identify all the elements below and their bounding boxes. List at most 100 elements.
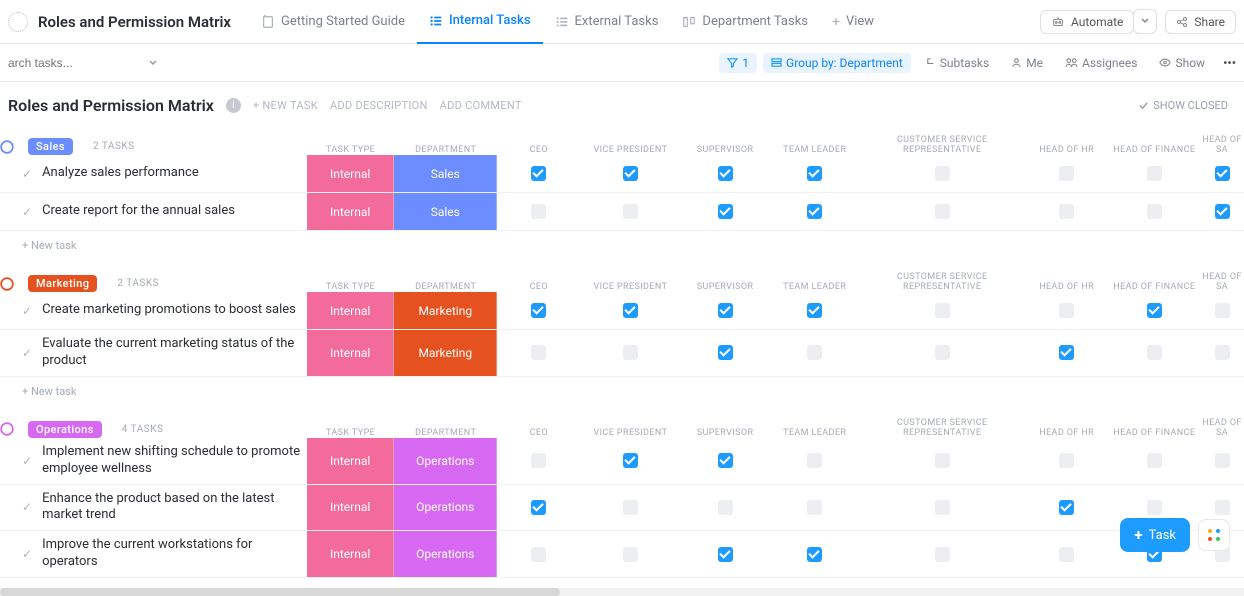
checkbox-sup[interactable] <box>718 204 733 219</box>
checkbox-vp[interactable] <box>623 204 638 219</box>
col-tl[interactable]: TEAM LEADER <box>770 428 860 438</box>
checkbox-sup[interactable] <box>718 345 733 360</box>
col-sup[interactable]: SUPERVISOR <box>680 145 770 155</box>
tab-department-tasks[interactable]: Department Tasks <box>670 0 820 44</box>
checkbox-sa[interactable] <box>1215 345 1230 360</box>
col-department[interactable]: DEPARTMENT <box>394 428 497 438</box>
checkbox-sa[interactable] <box>1215 303 1230 318</box>
automate-button[interactable]: Automate <box>1040 10 1134 34</box>
col-sup[interactable]: SUPERVISOR <box>680 282 770 292</box>
new-task-row[interactable]: + New task <box>0 377 1244 406</box>
search-input[interactable] <box>8 56 128 70</box>
department-chip[interactable]: Operations <box>394 438 497 484</box>
department-chip[interactable]: Operations <box>394 485 497 531</box>
department-chip[interactable]: Sales <box>394 155 497 192</box>
checkbox-vp[interactable] <box>623 345 638 360</box>
checkbox-sup[interactable] <box>718 303 733 318</box>
col-department[interactable]: DEPARTMENT <box>394 145 497 155</box>
checkbox-sa[interactable] <box>1215 204 1230 219</box>
checkbox-fin[interactable] <box>1147 453 1162 468</box>
col-hr[interactable]: HEAD OF HR <box>1025 282 1109 292</box>
task-name[interactable]: Implement new shifting schedule to promo… <box>42 438 307 484</box>
checkbox-ceo[interactable] <box>531 547 546 562</box>
add-comment-button[interactable]: ADD COMMENT <box>440 99 522 112</box>
col-tl[interactable]: TEAM LEADER <box>770 282 860 292</box>
col-hr[interactable]: HEAD OF HR <box>1025 145 1109 155</box>
group-by-chip[interactable]: Group by: Department <box>763 53 911 73</box>
task-row[interactable]: ✓ Analyze sales performance Internal Sal… <box>0 155 1244 193</box>
tab-external-tasks[interactable]: External Tasks <box>543 0 671 44</box>
checkbox-csr[interactable] <box>935 303 950 318</box>
col-fin[interactable]: HEAD OF FINANCE <box>1109 428 1201 438</box>
col-ceo[interactable]: CEO <box>497 282 581 292</box>
task-type-chip[interactable]: Internal <box>307 193 395 230</box>
task-name[interactable]: Enhance the product based on the latest … <box>42 485 307 531</box>
task-row[interactable]: ✓ Improve the current workstations for o… <box>0 531 1244 578</box>
checkbox-ceo[interactable] <box>531 204 546 219</box>
status-icon[interactable]: ✓ <box>22 547 32 561</box>
collapse-icon[interactable] <box>0 277 14 291</box>
assignees-chip[interactable]: Assignees <box>1057 53 1145 73</box>
task-row[interactable]: ✓ Create report for the annual sales Int… <box>0 193 1244 231</box>
horizontal-scrollbar[interactable] <box>0 588 1244 596</box>
department-chip[interactable]: Marketing <box>394 292 497 329</box>
department-chip[interactable]: Marketing <box>394 330 497 376</box>
me-chip[interactable]: Me <box>1003 53 1051 73</box>
info-icon[interactable]: i <box>226 98 241 113</box>
col-sup[interactable]: SUPERVISOR <box>680 428 770 438</box>
checkbox-csr[interactable] <box>935 166 950 181</box>
status-icon[interactable]: ✓ <box>22 500 32 514</box>
checkbox-fin[interactable] <box>1147 500 1162 515</box>
collapse-icon[interactable] <box>0 422 14 436</box>
checkbox-hr[interactable] <box>1059 204 1074 219</box>
col-task-type[interactable]: TASK TYPE <box>307 282 395 292</box>
col-ceo[interactable]: CEO <box>497 145 581 155</box>
task-type-chip[interactable]: Internal <box>307 485 395 531</box>
col-ceo[interactable]: CEO <box>497 428 581 438</box>
col-sa[interactable]: HEAD OF SA <box>1200 418 1244 438</box>
task-type-chip[interactable]: Internal <box>307 531 395 577</box>
checkbox-csr[interactable] <box>935 204 950 219</box>
task-type-chip[interactable]: Internal <box>307 438 395 484</box>
checkbox-tl[interactable] <box>807 500 822 515</box>
add-description-button[interactable]: ADD DESCRIPTION <box>330 99 428 112</box>
show-chip[interactable]: Show <box>1151 53 1213 73</box>
checkbox-hr[interactable] <box>1059 547 1074 562</box>
checkbox-hr[interactable] <box>1059 453 1074 468</box>
checkbox-ceo[interactable] <box>531 500 546 515</box>
task-row[interactable]: ✓ Implement new shifting schedule to pro… <box>0 438 1244 485</box>
collapse-icon[interactable] <box>0 140 14 154</box>
col-fin[interactable]: HEAD OF FINANCE <box>1109 282 1201 292</box>
group-badge[interactable]: Operations <box>28 421 102 438</box>
checkbox-sup[interactable] <box>718 453 733 468</box>
checkbox-vp[interactable] <box>623 303 638 318</box>
checkbox-csr[interactable] <box>935 547 950 562</box>
task-row[interactable]: ✓ Create marketing promotions to boost s… <box>0 292 1244 330</box>
checkbox-sa[interactable] <box>1215 453 1230 468</box>
col-hr[interactable]: HEAD OF HR <box>1025 428 1109 438</box>
checkbox-sup[interactable] <box>718 547 733 562</box>
task-type-chip[interactable]: Internal <box>307 155 395 192</box>
checkbox-tl[interactable] <box>807 204 822 219</box>
checkbox-vp[interactable] <box>623 166 638 181</box>
checkbox-fin[interactable] <box>1147 204 1162 219</box>
checkbox-ceo[interactable] <box>531 166 546 181</box>
checkbox-sup[interactable] <box>718 500 733 515</box>
col-sa[interactable]: HEAD OF SA <box>1200 135 1244 155</box>
col-tl[interactable]: TEAM LEADER <box>770 145 860 155</box>
checkbox-tl[interactable] <box>807 547 822 562</box>
checkbox-tl[interactable] <box>807 166 822 181</box>
tab-add-view[interactable]: + View <box>820 0 886 44</box>
task-row[interactable]: ✓ Enhance the product based on the lates… <box>0 485 1244 532</box>
new-task-fab[interactable]: + Task <box>1120 518 1190 552</box>
group-badge[interactable]: Sales <box>28 138 73 155</box>
status-icon[interactable]: ✓ <box>22 205 32 219</box>
checkbox-csr[interactable] <box>935 500 950 515</box>
status-icon[interactable]: ✓ <box>22 304 32 318</box>
checkbox-hr[interactable] <box>1059 345 1074 360</box>
group-badge[interactable]: Marketing <box>28 275 97 292</box>
checkbox-fin[interactable] <box>1147 303 1162 318</box>
col-csr[interactable]: CUSTOMER SERVICE REPRESENTATIVE <box>860 135 1025 155</box>
more-menu[interactable]: ••• <box>1223 56 1236 70</box>
checkbox-ceo[interactable] <box>531 303 546 318</box>
